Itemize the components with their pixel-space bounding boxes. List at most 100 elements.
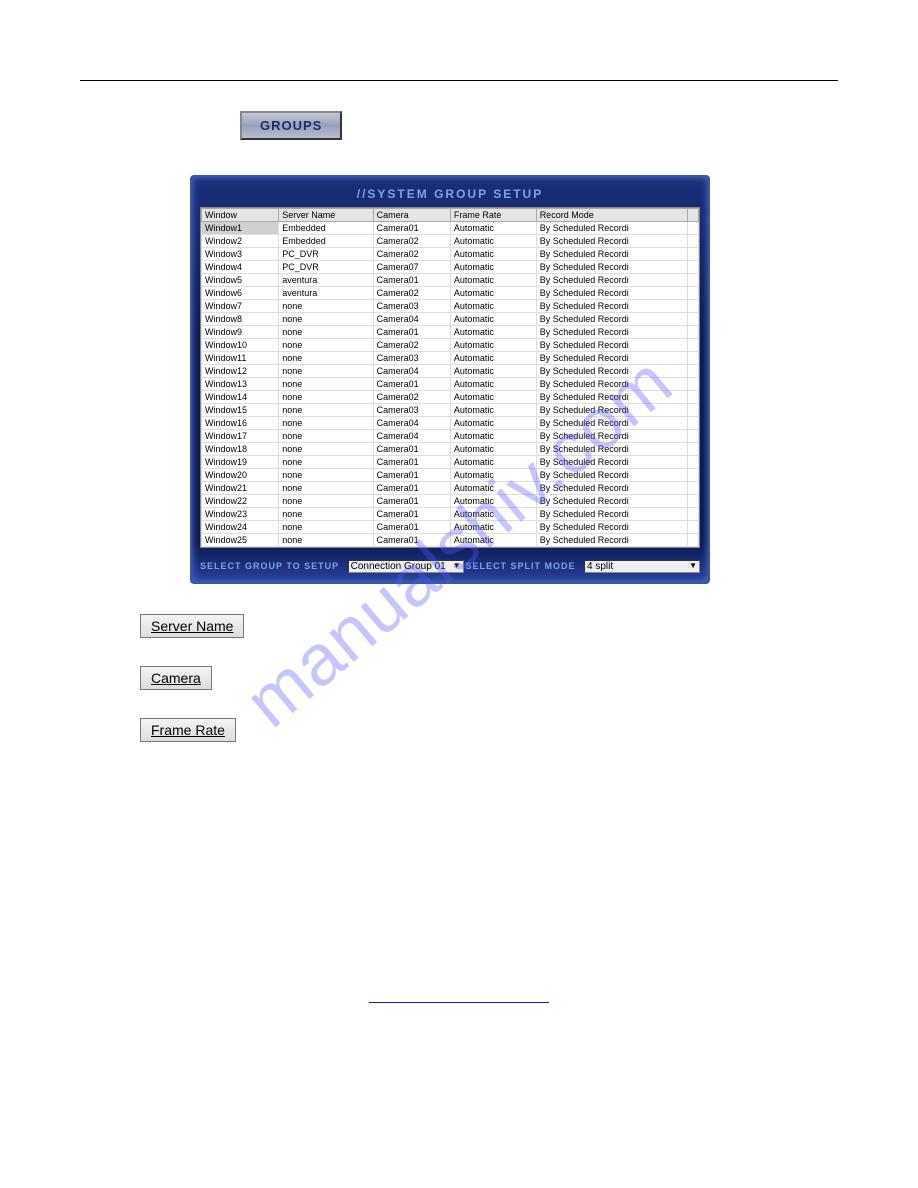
table-row[interactable]: Window7noneCamera03AutomaticBy Scheduled… (202, 300, 699, 313)
panel-title: //SYSTEM GROUP SETUP (200, 187, 700, 201)
groups-button[interactable]: GROUPS (240, 111, 342, 140)
table-cell: none (279, 378, 373, 391)
table-cell (687, 495, 698, 508)
table-cell: Camera02 (373, 287, 450, 300)
table-cell: Window13 (202, 378, 279, 391)
table-cell: Automatic (450, 352, 536, 365)
select-split-dropdown[interactable]: 4 split ▼ (584, 560, 700, 573)
table-row[interactable]: Window18noneCamera01AutomaticBy Schedule… (202, 443, 699, 456)
table-cell: Camera07 (373, 261, 450, 274)
column-header[interactable]: Frame Rate (450, 209, 536, 222)
table-cell: Automatic (450, 391, 536, 404)
table-cell (687, 274, 698, 287)
table-row[interactable]: Window20noneCamera01AutomaticBy Schedule… (202, 469, 699, 482)
table-cell: Automatic (450, 469, 536, 482)
table-cell: Window21 (202, 482, 279, 495)
column-header[interactable]: Record Mode (536, 209, 687, 222)
table-cell (687, 222, 698, 235)
select-group-dropdown[interactable]: Connection Group 01 ▼ (348, 560, 464, 573)
table-row[interactable]: Window1EmbeddedCamera01AutomaticBy Sched… (202, 222, 699, 235)
table-cell: Camera01 (373, 508, 450, 521)
table-row[interactable]: Window13noneCamera01AutomaticBy Schedule… (202, 378, 699, 391)
table-cell: Window15 (202, 404, 279, 417)
column-header[interactable] (687, 209, 698, 222)
table-row[interactable]: Window11noneCamera03AutomaticBy Schedule… (202, 352, 699, 365)
column-header[interactable]: Server Name (279, 209, 373, 222)
table-cell: Camera04 (373, 417, 450, 430)
table-cell: Camera02 (373, 248, 450, 261)
table-cell: Window18 (202, 443, 279, 456)
table-cell: none (279, 443, 373, 456)
server-name-column-button[interactable]: Server Name (140, 614, 244, 638)
frame-rate-column-button[interactable]: Frame Rate (140, 718, 236, 742)
table-cell: Automatic (450, 313, 536, 326)
table-cell: none (279, 313, 373, 326)
table-row[interactable]: Window22noneCamera01AutomaticBy Schedule… (202, 495, 699, 508)
table-cell (687, 248, 698, 261)
table-cell: Automatic (450, 365, 536, 378)
table-cell: Window20 (202, 469, 279, 482)
table-cell: Window7 (202, 300, 279, 313)
table-cell: By Scheduled Recordi (536, 300, 687, 313)
table-cell: aventura (279, 287, 373, 300)
table-cell (687, 417, 698, 430)
table-row[interactable]: Window6aventuraCamera02AutomaticBy Sched… (202, 287, 699, 300)
table-cell (687, 235, 698, 248)
table-cell: Window24 (202, 521, 279, 534)
table-cell: Camera04 (373, 365, 450, 378)
table-cell: Automatic (450, 404, 536, 417)
table-cell: Automatic (450, 456, 536, 469)
select-group-value: Connection Group 01 (351, 561, 446, 572)
table-row[interactable]: Window9noneCamera01AutomaticBy Scheduled… (202, 326, 699, 339)
top-divider (80, 80, 838, 81)
table-cell: Automatic (450, 508, 536, 521)
table-cell: By Scheduled Recordi (536, 417, 687, 430)
column-header[interactable]: Window (202, 209, 279, 222)
table-cell: Window19 (202, 456, 279, 469)
table-cell: Automatic (450, 339, 536, 352)
table-row[interactable]: Window17noneCamera04AutomaticBy Schedule… (202, 430, 699, 443)
table-cell: none (279, 430, 373, 443)
table-row[interactable]: Window21noneCamera01AutomaticBy Schedule… (202, 482, 699, 495)
table-cell: none (279, 300, 373, 313)
table-cell: By Scheduled Recordi (536, 313, 687, 326)
table-cell (687, 261, 698, 274)
table-row[interactable]: Window12noneCamera04AutomaticBy Schedule… (202, 365, 699, 378)
table-cell: Camera01 (373, 482, 450, 495)
table-cell: none (279, 404, 373, 417)
table-cell: none (279, 469, 373, 482)
table-row[interactable]: Window5aventuraCamera01AutomaticBy Sched… (202, 274, 699, 287)
table-row[interactable]: Window25noneCamera01AutomaticBy Schedule… (202, 534, 699, 547)
table-cell (687, 339, 698, 352)
table-cell: none (279, 339, 373, 352)
table-cell: By Scheduled Recordi (536, 222, 687, 235)
table-cell: Window8 (202, 313, 279, 326)
table-cell: By Scheduled Recordi (536, 248, 687, 261)
table-row[interactable]: Window10noneCamera02AutomaticBy Schedule… (202, 339, 699, 352)
table-cell: none (279, 534, 373, 547)
table-row[interactable]: Window19noneCamera01AutomaticBy Schedule… (202, 456, 699, 469)
table-row[interactable]: Window4PC_DVRCamera07AutomaticBy Schedul… (202, 261, 699, 274)
table-cell: By Scheduled Recordi (536, 469, 687, 482)
table-row[interactable]: Window8noneCamera04AutomaticBy Scheduled… (202, 313, 699, 326)
table-row[interactable]: Window24noneCamera01AutomaticBy Schedule… (202, 521, 699, 534)
table-row[interactable]: Window15noneCamera03AutomaticBy Schedule… (202, 404, 699, 417)
table-row[interactable]: Window14noneCamera02AutomaticBy Schedule… (202, 391, 699, 404)
table-cell: none (279, 482, 373, 495)
table-cell: Camera04 (373, 313, 450, 326)
table-row[interactable]: Window3PC_DVRCamera02AutomaticBy Schedul… (202, 248, 699, 261)
camera-column-button[interactable]: Camera (140, 666, 212, 690)
table-cell: PC_DVR (279, 248, 373, 261)
table-cell (687, 456, 698, 469)
table-row[interactable]: Window16noneCamera04AutomaticBy Schedule… (202, 417, 699, 430)
table-cell: Window6 (202, 287, 279, 300)
table-cell: Automatic (450, 534, 536, 547)
table-row[interactable]: Window2EmbeddedCamera02AutomaticBy Sched… (202, 235, 699, 248)
table-cell (687, 430, 698, 443)
table-cell: Camera03 (373, 352, 450, 365)
table-row[interactable]: Window23noneCamera01AutomaticBy Schedule… (202, 508, 699, 521)
column-header[interactable]: Camera (373, 209, 450, 222)
table-cell: By Scheduled Recordi (536, 495, 687, 508)
table-cell: Embedded (279, 235, 373, 248)
table-cell: none (279, 508, 373, 521)
